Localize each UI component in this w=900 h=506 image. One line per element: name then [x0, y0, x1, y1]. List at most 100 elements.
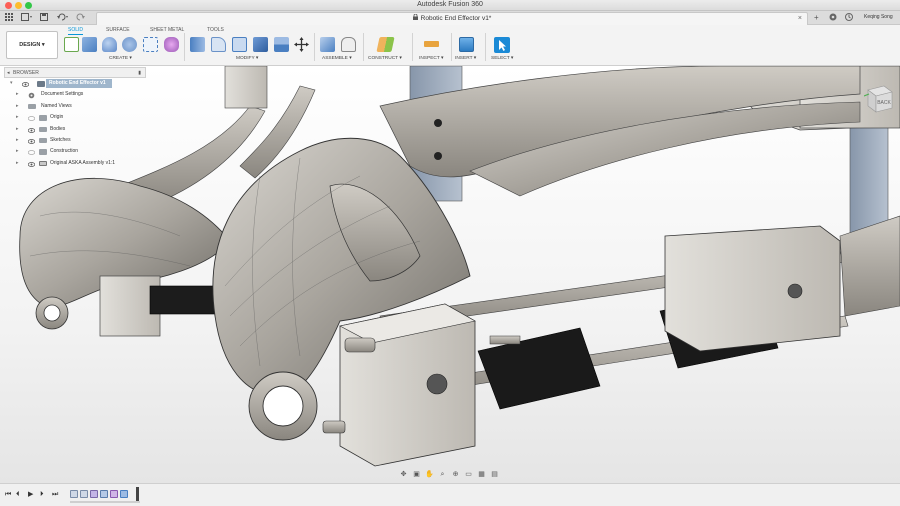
timeline-feature-icon[interactable] [110, 490, 118, 498]
visibility-eye-icon[interactable] [27, 161, 36, 167]
visibility-eye-icon[interactable] [27, 127, 36, 133]
browser-item-original-assembly[interactable]: ▸ Original ASKA Assembly v1:1 [4, 158, 146, 169]
insert-menu[interactable]: INSERT ▾ [455, 56, 476, 61]
toolbar-divider [184, 33, 185, 61]
visibility-eye-icon[interactable] [27, 149, 36, 156]
select-cursor-icon[interactable] [494, 37, 510, 53]
close-tab-icon[interactable]: × [798, 13, 802, 25]
combine-icon[interactable] [253, 37, 268, 52]
display-settings-icon[interactable]: ▭ [463, 470, 474, 479]
new-sketch-icon[interactable] [64, 37, 79, 52]
grid-snap-icon[interactable]: ▦ [476, 470, 487, 479]
ribbon-toolbar: DESIGN ▾ SOLID SURFACE SHEET METAL TOOLS… [0, 25, 900, 66]
timeline-end-button[interactable]: ⏭ [52, 490, 58, 499]
redo-icon[interactable] [74, 13, 88, 22]
browser-item-named-views[interactable]: ▸ Named Views [4, 101, 146, 112]
timeline-scrollbar[interactable] [70, 501, 140, 503]
expand-arrow-icon[interactable]: ▸ [16, 89, 19, 100]
file-icon[interactable] [20, 13, 34, 22]
browser-item-root[interactable]: ▾ Robotic End Effector v1 [4, 78, 146, 89]
assemble-menu[interactable]: ASSEMBLE ▾ [322, 56, 352, 61]
user-name[interactable]: Keqing Song [864, 14, 893, 20]
browser-item-construction[interactable]: ▸ Construction [4, 146, 146, 157]
expand-arrow-icon[interactable]: ▾ [10, 78, 13, 89]
browser-item-sketches[interactable]: ▸ Sketches [4, 135, 146, 146]
timeline-feature-icon[interactable] [120, 490, 128, 498]
look-at-icon[interactable]: ▣ [411, 470, 422, 479]
collapse-arrow-icon[interactable]: ◂ [7, 68, 10, 78]
undo-icon[interactable] [56, 13, 70, 22]
move-icon[interactable] [294, 37, 309, 52]
zoom-icon[interactable]: ⌕ [437, 470, 448, 479]
workspace-switcher[interactable]: DESIGN ▾ [6, 31, 58, 59]
save-icon[interactable] [39, 13, 48, 22]
joint-icon[interactable] [341, 37, 356, 52]
form-body-icon[interactable] [164, 37, 179, 52]
insert-image-icon[interactable] [459, 37, 474, 52]
tab-tools[interactable]: TOOLS [207, 27, 224, 33]
fit-icon[interactable]: ⊕ [450, 470, 461, 479]
visibility-eye-icon[interactable] [21, 81, 30, 87]
shell-icon[interactable] [232, 37, 247, 52]
expand-arrow-icon[interactable]: ▸ [16, 158, 19, 169]
visibility-eye-icon[interactable] [27, 115, 36, 122]
new-component-icon[interactable] [320, 37, 335, 52]
browser-item-document-settings[interactable]: ▸ Document Settings [4, 89, 146, 100]
fillet-icon[interactable] [211, 37, 226, 52]
toolbar-divider [412, 33, 413, 61]
extrude-icon[interactable] [82, 37, 97, 52]
timeline-start-button[interactable]: ⏮ [5, 490, 11, 499]
modify-menu[interactable]: MODIFY ▾ [236, 56, 258, 61]
expand-arrow-icon[interactable]: ▸ [16, 135, 19, 146]
timeline-previous-button[interactable]: ⏴ [16, 490, 20, 499]
extensions-icon[interactable] [829, 13, 837, 23]
browser-item-label: Original ASKA Assembly v1:1 [50, 159, 116, 166]
new-tab-icon[interactable]: + [814, 13, 819, 22]
timeline-feature-icon[interactable] [80, 490, 88, 498]
folder-icon [39, 149, 47, 155]
tab-sheet-metal[interactable]: SHEET METAL [150, 27, 184, 33]
timeline-play-button[interactable]: ▶ [28, 490, 33, 499]
gear-icon [28, 92, 35, 99]
create-menu[interactable]: CREATE ▾ [109, 56, 132, 61]
offset-plane-icon[interactable] [376, 37, 395, 52]
job-status-icon[interactable] [845, 13, 853, 23]
revolve-icon[interactable] [102, 37, 117, 52]
timeline-marker[interactable] [136, 487, 139, 501]
viewports-icon[interactable]: ▤ [489, 470, 500, 479]
measure-icon[interactable] [424, 41, 439, 47]
construct-menu[interactable]: CONSTRUCT ▾ [368, 56, 402, 61]
timeline-feature-icon[interactable] [70, 490, 78, 498]
press-pull-icon[interactable] [190, 37, 205, 52]
browser-item-origin[interactable]: ▸ Origin [4, 112, 146, 123]
browser-item-bodies[interactable]: ▸ Bodies [4, 124, 146, 135]
pin-icon[interactable]: ▮ [138, 68, 141, 78]
title-bar: Autodesk Fusion 360 [0, 0, 900, 11]
pan-icon[interactable]: ✋ [424, 470, 435, 479]
expand-arrow-icon[interactable]: ▸ [16, 112, 19, 123]
browser-title: BROWSER [13, 70, 39, 76]
expand-arrow-icon[interactable]: ▸ [16, 146, 19, 157]
grid-icon[interactable] [4, 13, 14, 22]
toolbar-divider [314, 33, 315, 61]
viewcube[interactable]: BACK [863, 82, 896, 114]
tab-surface[interactable]: SURFACE [106, 27, 130, 33]
create-form-icon[interactable] [143, 37, 158, 52]
timeline-next-button[interactable]: ⏵ [40, 490, 44, 499]
sweep-icon[interactable] [122, 37, 137, 52]
timeline-feature-icon[interactable] [100, 490, 108, 498]
expand-arrow-icon[interactable]: ▸ [16, 124, 19, 135]
split-body-icon[interactable] [274, 37, 289, 52]
select-menu[interactable]: SELECT ▾ [491, 56, 513, 61]
inspect-menu[interactable]: INSPECT ▾ [419, 56, 443, 61]
orbit-icon[interactable]: ✥ [398, 470, 409, 479]
timeline-feature-icon[interactable] [90, 490, 98, 498]
browser-item-label: Robotic End Effector v1 [46, 79, 112, 88]
tab-solid[interactable]: SOLID [68, 27, 84, 35]
visibility-eye-icon[interactable] [27, 138, 36, 144]
browser-header[interactable]: ◂ BROWSER ▮ [4, 67, 146, 78]
folder-icon [28, 103, 36, 110]
folder-icon [39, 115, 47, 121]
expand-arrow-icon[interactable]: ▸ [16, 101, 19, 112]
document-tab[interactable]: Robotic End Effector v1* × [96, 12, 808, 25]
